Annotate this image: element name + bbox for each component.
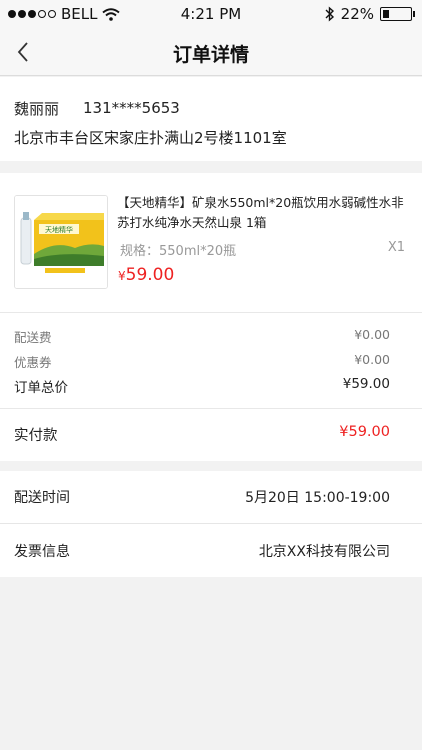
paid-amount-label: 实付款: [14, 428, 58, 444]
product-quantity: X1: [387, 240, 405, 255]
order-extra-card: 配送时间 5月20日 15:00-19:00 发票信息 北京XX科技有限公司: [0, 471, 422, 577]
recipient-address: 北京市丰台区宋家庄扑满山2号楼1101室: [14, 129, 287, 147]
shipping-fee-row: 配送费 ¥0.00: [14, 327, 390, 346]
product-image[interactable]: 天地精华: [14, 195, 108, 289]
order-total-row: 订单总价 ¥59.00: [14, 376, 390, 396]
delivery-time-row[interactable]: 配送时间 5月20日 15:00-19:00: [14, 487, 390, 507]
product-spec: 规格：550ml*20瓶: [120, 244, 237, 259]
invoice-label: 发票信息: [14, 544, 70, 560]
invoice-row[interactable]: 发票信息 北京XX科技有限公司: [14, 541, 390, 561]
status-bar: BELL 4:21 PM 22%: [0, 0, 422, 28]
delivery-time-label: 配送时间: [14, 490, 70, 506]
shipping-fee-label: 配送费: [14, 330, 52, 345]
address-card: 魏丽丽 131****5653 北京市丰台区宋家庄扑满山2号楼1101室: [0, 77, 422, 161]
product-spec-row: 规格：550ml*20瓶 X1: [120, 240, 405, 259]
paid-amount-row: 实付款 ¥59.00: [14, 424, 390, 445]
shipping-fee-value: ¥0.00: [354, 327, 390, 342]
order-total-value: ¥59.00: [342, 376, 390, 392]
coupon-label: 优惠券: [14, 355, 52, 370]
coupon-value: ¥0.00: [354, 352, 390, 367]
divider: [0, 312, 422, 313]
invoice-value: 北京XX科技有限公司: [258, 544, 390, 560]
water-case-image: 天地精华: [15, 196, 107, 288]
order-goods-card: 天地精华 【天地精华】矿泉水550ml*20瓶饮用水弱碱性水非苏打水纯净水天然山…: [0, 173, 422, 461]
bluetooth-icon: [325, 6, 334, 22]
order-total-label: 订单总价: [14, 380, 68, 396]
page-title: 订单详情: [172, 44, 249, 66]
nav-bar: 订单详情: [0, 28, 422, 76]
recipient-name: 魏丽丽: [14, 99, 60, 118]
battery-percent: 22%: [340, 5, 374, 23]
coupon-row[interactable]: 优惠券 ¥0.00: [14, 352, 390, 371]
recipient-phone: 131****5653: [83, 99, 180, 117]
price-currency: ¥: [118, 269, 126, 283]
image-brand-text: 天地精华: [45, 225, 73, 234]
price-value: 59.00: [125, 265, 175, 285]
divider: [0, 523, 422, 524]
product-price: ¥59.00: [118, 265, 174, 285]
paid-amount-value: ¥59.00: [339, 424, 390, 440]
status-right-group: 22%: [325, 5, 415, 23]
delivery-time-value: 5月20日 15:00-19:00: [245, 490, 390, 506]
battery-fill: [383, 10, 389, 18]
divider: [0, 408, 422, 409]
product-name[interactable]: 【天地精华】矿泉水550ml*20瓶饮用水弱碱性水非苏打水纯净水天然山泉 1箱: [117, 193, 407, 233]
battery-icon: [380, 7, 415, 21]
